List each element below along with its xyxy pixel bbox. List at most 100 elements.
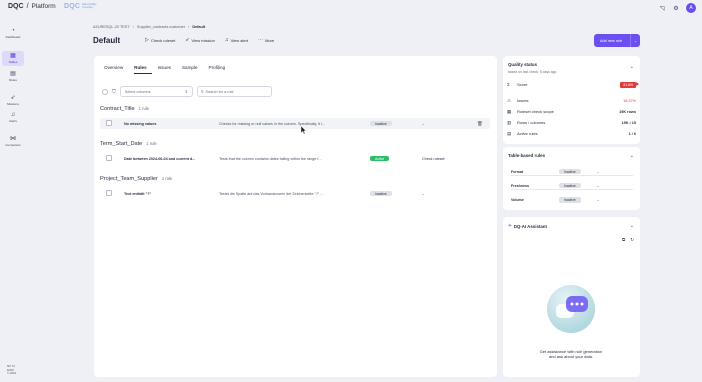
- table-row[interactable]: Text enthält "?" Testet die Spalte auf d…: [100, 188, 490, 199]
- quality-row-active-rules: ▤ Active rules 1 / 6: [507, 129, 636, 138]
- table-rule-name: Volume: [511, 198, 524, 202]
- more-button[interactable]: ⋯ More: [258, 37, 274, 43]
- company-logo-line2: Company: [82, 5, 94, 9]
- chevron-down-icon[interactable]: ⌄: [630, 34, 640, 47]
- rule-name: Date between 2024-06-04 and current d...: [124, 156, 196, 161]
- rules-icon: ▤: [10, 71, 16, 77]
- more-label: More: [265, 37, 275, 43]
- sidebar-item-connectors[interactable]: ⋈ Connectors: [2, 134, 24, 149]
- chevron-down-icon[interactable]: ⌄: [630, 153, 634, 159]
- table-rule-row[interactable]: Format Inactive –: [511, 168, 633, 176]
- quality-row-rows-columns: ▥ Rows / columns 19K / 15: [507, 118, 636, 127]
- breadcrumb-item[interactable]: AZURESQL-20 TEST: [93, 25, 130, 29]
- rules-icon: ▤: [507, 130, 512, 136]
- tab-rules[interactable]: Rules: [134, 65, 152, 74]
- row-checkbox-cell: [100, 190, 124, 197]
- check-ruleset-button[interactable]: ▷ Check ruleset: [145, 37, 175, 43]
- row-checkbox[interactable]: [106, 120, 112, 126]
- ai-assistant-header: ✧ DQ-AI Assistant: [508, 223, 547, 229]
- table-row[interactable]: Date between 2024-06-04 and current d...…: [100, 153, 490, 164]
- rule-name: Text enthält "?": [124, 191, 152, 196]
- group-title: Term_Start_Date: [100, 141, 143, 147]
- sidebar-item-missions[interactable]: ➶ Missions: [2, 93, 24, 108]
- row-checkbox-cell: [100, 155, 124, 162]
- play-icon: ▷: [145, 37, 149, 43]
- announcement-icon[interactable]: ◹: [658, 4, 666, 12]
- ruleset-link[interactable]: Check ruleset: [422, 157, 477, 161]
- trash-icon[interactable]: 🗑: [477, 121, 487, 127]
- check-ruleset-label: Check ruleset: [150, 37, 176, 43]
- status-cell: Inactive: [365, 190, 422, 197]
- select-all-checkbox[interactable]: [102, 88, 108, 95]
- open-external-icon[interactable]: ⧉: [622, 237, 625, 243]
- quality-label: Ruleset check scope: [517, 109, 554, 114]
- sidebar-item-alerts[interactable]: ♫ Alerts: [2, 110, 24, 125]
- footer-line: © 2024: [7, 371, 17, 376]
- breadcrumb-item[interactable]: Supplier_contracts customer: [137, 25, 185, 29]
- action-bar: ▷ Check ruleset ➶ View mission ♫ View al…: [145, 37, 274, 43]
- table-rule-row[interactable]: Volume Inactive –: [511, 196, 633, 204]
- sidebar-item-label: Dashboard: [5, 35, 21, 39]
- ruleset-cell: –: [597, 169, 599, 174]
- sidebar-item-label: Missions: [7, 102, 19, 106]
- tab-overview[interactable]: Overview: [104, 65, 128, 74]
- add-new-rule-button[interactable]: Add new rule ⌄: [594, 34, 640, 47]
- sidebar-footer: NK 72 DATA © 2024: [7, 364, 17, 376]
- sidebar-item-tables[interactable]: ▦ Tables: [2, 51, 24, 66]
- bell-icon: ♫: [10, 112, 16, 118]
- platform-logo[interactable]: DQC / Platform: [8, 3, 56, 10]
- tab-sample[interactable]: Sample: [182, 65, 203, 74]
- table-rules-title: Table-based rules: [508, 153, 546, 158]
- scope-icon: ▦: [507, 108, 512, 114]
- row-checkbox[interactable]: [106, 155, 112, 161]
- brand-slash: /: [26, 3, 29, 10]
- column-select[interactable]: Select columns ⇕: [119, 86, 193, 97]
- quality-value: 1 / 6: [628, 131, 636, 136]
- rule-search-input[interactable]: ⚲ Search for a rule: [196, 86, 272, 97]
- status-badge: Inactive: [559, 197, 581, 203]
- chevron-down-icon[interactable]: ⌄: [630, 64, 634, 70]
- view-mission-button[interactable]: ➶ View mission: [185, 37, 214, 43]
- connectors-icon: ⋈: [10, 136, 16, 142]
- more-icon: ⋯: [258, 37, 264, 43]
- status-badge: Active: [370, 155, 390, 162]
- table-rule-name: Freshness: [511, 183, 529, 188]
- group-count: 1 rule: [138, 106, 150, 111]
- page-title: Default: [93, 36, 121, 45]
- company-logo-mark: DQC: [64, 3, 81, 10]
- status-badge: Inactive: [370, 120, 392, 127]
- quality-row-issues: ⚠ Issues 18.37%: [507, 96, 636, 105]
- status-cell: Inactive: [559, 182, 597, 189]
- ai-assistant-title: DQ-AI Assistant: [513, 223, 547, 229]
- tab-issues[interactable]: Issues: [158, 65, 176, 74]
- refresh-icon[interactable]: ↻: [630, 237, 634, 243]
- status-cell: Inactive: [365, 120, 422, 127]
- avatar[interactable]: A: [686, 3, 696, 13]
- company-logo: DQC Data Quality Company: [64, 3, 96, 10]
- ai-toolbar: ⧉ ↻: [622, 237, 634, 243]
- rules-card: Overview Rules Issues Sample Profiling ⛉…: [94, 56, 497, 377]
- quality-status-subtitle: based on last check: 5 days ago: [508, 70, 557, 74]
- chevron-down-icon[interactable]: ⌄: [630, 223, 634, 229]
- top-icons: ◹ ⚙ A: [658, 3, 696, 13]
- tab-profiling[interactable]: Profiling: [209, 65, 231, 74]
- table-rule-row[interactable]: Freshness Inactive –: [511, 182, 633, 190]
- filter-icon[interactable]: ⛉: [112, 89, 116, 95]
- table-row[interactable]: No missing values Checks for missing or …: [100, 118, 490, 129]
- rule-description: Tests that the column contains dates fal…: [219, 156, 322, 161]
- table-based-rules-panel: Table-based rules ⌄ Format Inactive – Fr…: [503, 147, 640, 210]
- sidebar-item-rules[interactable]: ▤ Rules: [2, 69, 24, 84]
- ruleset-cell: –: [422, 121, 425, 126]
- chevron-right-icon: ›: [188, 25, 190, 29]
- row-checkbox[interactable]: [106, 190, 112, 196]
- missions-icon: ➶: [10, 95, 16, 101]
- rule-description: Testet die Spalte auf das Vorhandensein …: [219, 191, 324, 196]
- gear-icon[interactable]: ⚙: [672, 4, 680, 12]
- view-alert-button[interactable]: ♫ View alert: [225, 37, 248, 43]
- score-badge: 81.6%: [620, 81, 639, 88]
- add-new-rule-label: Add new rule: [600, 38, 623, 43]
- breadcrumb-current: Default: [192, 25, 206, 29]
- sidebar-item-dashboard[interactable]: ◔ Dashboard: [2, 26, 24, 41]
- sidebar-item-label: Rules: [9, 78, 17, 82]
- tables-icon: ▦: [10, 53, 16, 59]
